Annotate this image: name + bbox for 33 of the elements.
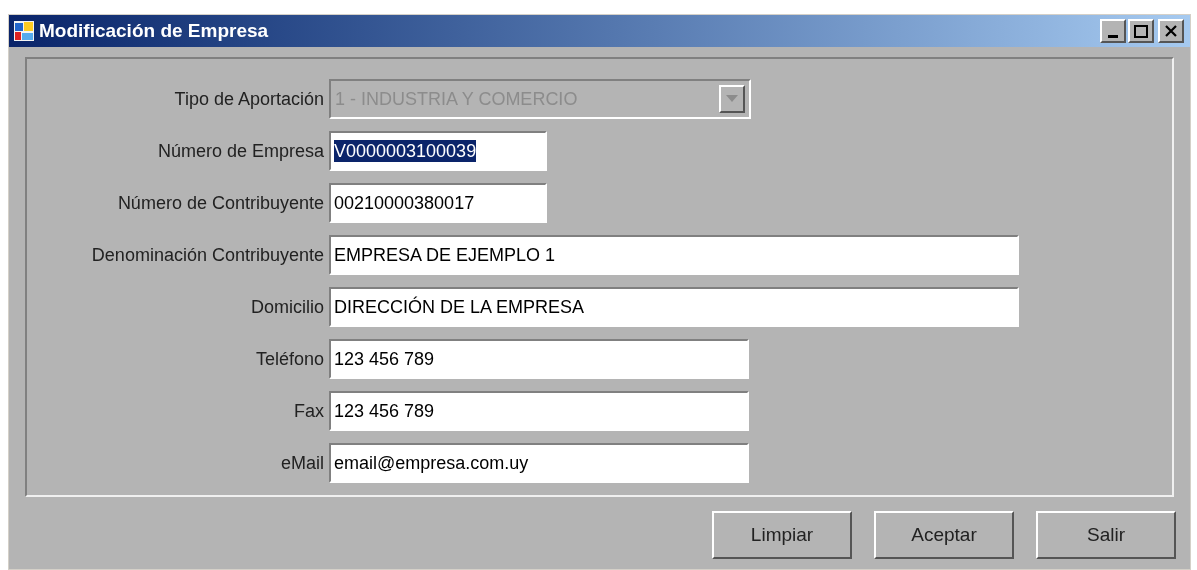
field-label: Tipo de Aportación [173, 87, 325, 111]
maximize-icon [1134, 24, 1148, 38]
field-label: Número de Contribuyente [116, 191, 325, 215]
field-label: Teléfono [254, 347, 325, 371]
field-value: email@empresa.com.uy [334, 452, 529, 474]
field-value: 00210000380017 [334, 192, 475, 214]
window-title: Modificación de Empresa [39, 18, 269, 43]
dialog-button[interactable]: Salir [1036, 511, 1176, 559]
field-value: 123 456 789 [334, 348, 435, 370]
window-icon [13, 20, 35, 42]
minimize-button[interactable] [1100, 19, 1126, 43]
field-label: eMail [280, 451, 325, 475]
text-field[interactable]: 123 456 789 [329, 391, 749, 431]
close-button[interactable] [1158, 19, 1184, 43]
field-value: 123 456 789 [334, 400, 435, 422]
dialog-button[interactable]: Aceptar [874, 511, 1014, 559]
field-value: DIRECCIÓN DE LA EMPRESA [334, 296, 585, 318]
minimize-icon [1108, 35, 1118, 38]
text-field[interactable]: email@empresa.com.uy [329, 443, 749, 483]
field-label: Fax [293, 399, 325, 423]
text-field[interactable]: 123 456 789 [329, 339, 749, 379]
close-icon [1165, 25, 1177, 37]
field-value: EMPRESA DE EJEMPLO 1 [334, 244, 556, 266]
field-value: V0000003100039 [334, 140, 477, 162]
text-field[interactable]: 00210000380017 [329, 183, 547, 223]
field-label: Denominación Contribuyente [90, 243, 325, 267]
text-field[interactable]: DIRECCIÓN DE LA EMPRESA [329, 287, 1019, 327]
text-field[interactable]: V0000003100039 [329, 131, 547, 171]
maximize-button[interactable] [1128, 19, 1154, 43]
text-field[interactable]: EMPRESA DE EJEMPLO 1 [329, 235, 1019, 275]
field-label: Número de Empresa [156, 139, 325, 163]
field-label: Domicilio [250, 295, 325, 319]
dialog-button[interactable]: Limpiar [712, 511, 852, 559]
